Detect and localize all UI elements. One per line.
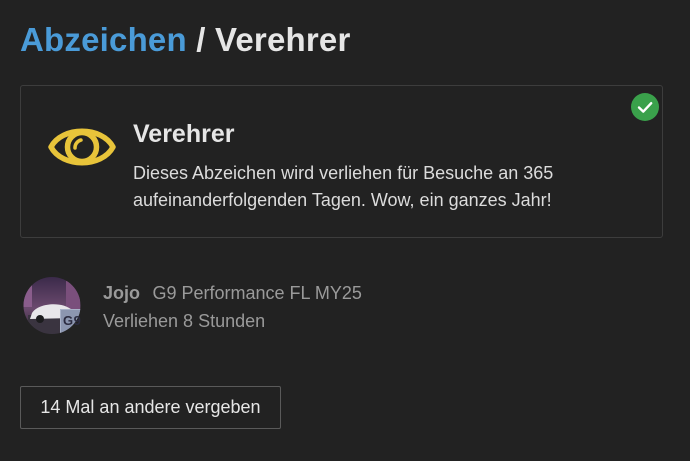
breadcrumb-badges-link[interactable]: Abzeichen bbox=[20, 21, 187, 58]
avatar[interactable]: G9 bbox=[20, 277, 84, 334]
granted-time: Verliehen 8 Stunden bbox=[103, 311, 266, 331]
badge-title: Verehrer bbox=[133, 120, 235, 148]
badge-card: Verehrer Dieses Abzeichen wird verliehen… bbox=[20, 85, 663, 238]
username-link[interactable]: Jojo bbox=[103, 283, 140, 303]
breadcrumb-separator: / bbox=[196, 21, 206, 58]
granted-to-others-button[interactable]: 14 Mal an andere vergeben bbox=[20, 386, 281, 429]
badge-page: Abzeichen / Verehrer Verehrer Dieses Abz… bbox=[0, 0, 690, 461]
granted-user-info: Jojo G9 Performance FL MY25 Verliehen 8 … bbox=[103, 281, 362, 333]
avatar-overlay-text: G9 bbox=[63, 313, 82, 328]
breadcrumb: Abzeichen / Verehrer bbox=[20, 18, 351, 62]
breadcrumb-current: Verehrer bbox=[214, 21, 351, 58]
check-icon bbox=[631, 93, 659, 121]
user-title: G9 Performance FL MY25 bbox=[152, 283, 362, 303]
badge-description: Dieses Abzeichen wird verliehen für Besu… bbox=[133, 163, 554, 210]
eye-icon bbox=[48, 119, 116, 175]
